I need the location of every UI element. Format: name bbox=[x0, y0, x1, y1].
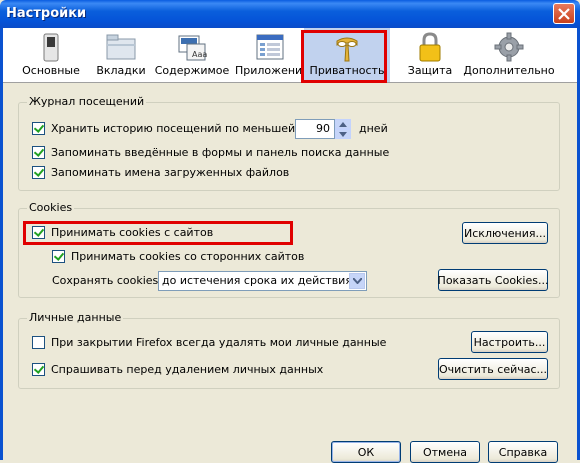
clear-on-close-label: При закрытии Firefox всегда удалять мои … bbox=[51, 336, 387, 349]
private-data-group-title: Личные данные bbox=[27, 311, 124, 324]
tab-label: Содержимое bbox=[154, 64, 230, 77]
remember-forms-checkbox[interactable] bbox=[32, 146, 45, 159]
folder-tabs-icon bbox=[106, 34, 136, 60]
gear-icon bbox=[494, 32, 524, 62]
spin-up-button[interactable] bbox=[335, 119, 351, 129]
cookies-group-title: Cookies bbox=[27, 201, 75, 214]
dropdown-button[interactable] bbox=[349, 273, 365, 289]
third-party-cookies-row[interactable]: Принимать cookies со сторонних сайтов bbox=[52, 250, 304, 263]
third-party-cookies-checkbox[interactable] bbox=[52, 250, 65, 263]
title-bar[interactable]: Настройки bbox=[0, 0, 580, 28]
window-frame-left bbox=[0, 28, 3, 460]
highlight-frame-privacy-tab bbox=[301, 30, 387, 83]
lock-icon bbox=[419, 32, 441, 62]
remember-downloads-label: Запоминать имена загруженных файлов bbox=[51, 166, 290, 179]
tab-security[interactable]: Защита bbox=[398, 28, 462, 82]
arrow-down-icon bbox=[339, 132, 347, 137]
history-group-title: Журнал посещений bbox=[27, 95, 147, 108]
remember-forms-label: Запоминать введённые в формы и панель по… bbox=[51, 146, 390, 159]
applications-icon bbox=[256, 34, 284, 60]
tab-label: Дополнительно bbox=[463, 64, 555, 77]
tab-label: Приложения bbox=[235, 64, 309, 77]
clear-on-close-row[interactable]: При закрытии Firefox всегда удалять мои … bbox=[32, 336, 386, 349]
remember-downloads-row[interactable]: Запоминать имена загруженных файлов bbox=[32, 166, 289, 179]
remember-downloads-checkbox[interactable] bbox=[32, 166, 45, 179]
tab-label: Основные bbox=[22, 64, 80, 77]
ask-before-clear-checkbox[interactable] bbox=[32, 363, 45, 376]
highlight-frame-accept-cookies bbox=[23, 221, 293, 245]
private-data-settings-button[interactable]: Настроить... bbox=[471, 331, 548, 353]
preferences-toolbar: Основные Вкладки Ааа Содержимое Приложен… bbox=[3, 28, 577, 83]
keep-cookies-select[interactable]: до истечения срока их действия bbox=[158, 271, 367, 291]
chevron-down-icon bbox=[353, 278, 362, 284]
tab-label: Защита bbox=[407, 64, 453, 77]
tab-applications[interactable]: Приложения bbox=[235, 28, 309, 82]
exceptions-button[interactable]: Исключения... bbox=[462, 222, 548, 244]
ask-before-clear-label: Спрашивать перед удалением личных данных bbox=[51, 363, 324, 376]
tab-tabs[interactable]: Вкладки bbox=[90, 28, 152, 82]
clear-now-button[interactable]: Очистить сейчас... bbox=[438, 358, 548, 380]
spin-down-button[interactable] bbox=[335, 129, 351, 139]
close-icon bbox=[558, 8, 570, 20]
history-days-input[interactable]: 90 bbox=[295, 119, 335, 139]
history-days-unit: дней bbox=[359, 122, 388, 135]
remember-history-row[interactable]: Хранить историю посещений по меньшей мер… bbox=[32, 122, 328, 135]
svg-text:Ааа: Ааа bbox=[192, 50, 207, 59]
history-days-spinner[interactable] bbox=[335, 119, 351, 139]
preferences-window: Настройки Основные Вкладки Ааа Содержимо… bbox=[0, 0, 580, 463]
remember-history-label: Хранить историю посещений по меньшей мер… bbox=[51, 122, 328, 135]
content-icon: Ааа bbox=[178, 35, 207, 61]
clear-on-close-checkbox[interactable] bbox=[32, 336, 45, 349]
tab-content[interactable]: Ааа Содержимое bbox=[154, 28, 230, 82]
tab-label: Вкладки bbox=[96, 64, 146, 77]
remember-history-checkbox[interactable] bbox=[32, 122, 45, 135]
keep-cookies-value: до истечения срока их действия bbox=[162, 274, 352, 287]
ask-before-clear-row[interactable]: Спрашивать перед удалением личных данных bbox=[32, 363, 323, 376]
tab-advanced[interactable]: Дополнительно bbox=[462, 28, 556, 82]
switch-icon bbox=[43, 33, 59, 62]
show-cookies-button[interactable]: Показать Cookies... bbox=[438, 269, 548, 291]
arrow-up-icon bbox=[339, 122, 347, 127]
keep-cookies-label: Сохранять cookies: bbox=[52, 274, 162, 287]
window-title: Настройки bbox=[6, 6, 87, 21]
third-party-cookies-label: Принимать cookies со сторонних сайтов bbox=[71, 250, 305, 263]
tab-general[interactable]: Основные bbox=[16, 28, 86, 82]
remember-forms-row[interactable]: Запоминать введённые в формы и панель по… bbox=[32, 146, 389, 159]
close-button[interactable] bbox=[553, 3, 575, 24]
